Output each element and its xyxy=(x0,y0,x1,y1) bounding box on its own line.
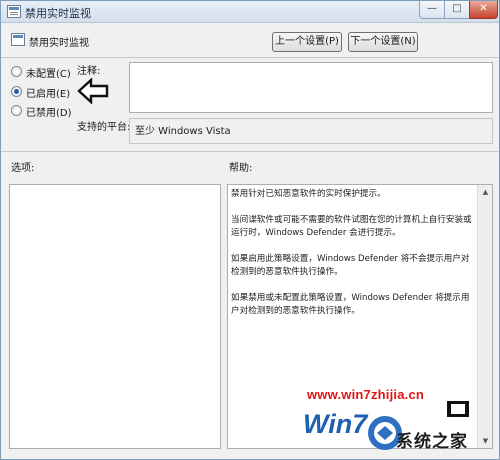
comment-field[interactable] xyxy=(129,62,493,113)
divider xyxy=(1,151,499,152)
maximize-button[interactable]: □ xyxy=(444,1,470,19)
options-label: 选项: xyxy=(11,163,35,174)
arrow-left-icon xyxy=(77,78,109,104)
radio-label: 未配置(C) xyxy=(26,69,71,80)
next-setting-button[interactable]: 下一个设置(N) xyxy=(348,32,418,52)
title-bar[interactable]: 禁用实时监视 — □ ✕ xyxy=(1,1,499,23)
radio-label: 已启用(E) xyxy=(26,89,71,100)
scroll-up-icon[interactable]: ▲ xyxy=(478,185,493,199)
help-paragraph: 禁用针对已知恶意软件的实时保护提示。 xyxy=(231,189,386,199)
options-pane[interactable] xyxy=(9,184,221,449)
help-paragraph: 当间谍软件或可能不需要的软件试图在您的计算机上自行安装或运行时，Windows … xyxy=(231,215,472,238)
radio-button[interactable] xyxy=(11,66,22,77)
close-button[interactable]: ✕ xyxy=(469,1,498,19)
policy-title: 禁用实时监视 xyxy=(29,38,89,49)
supported-platform-label: 支持的平台: xyxy=(77,122,131,133)
window-title: 禁用实时监视 xyxy=(25,7,91,20)
divider xyxy=(1,57,499,58)
previous-setting-button[interactable]: 上一个设置(P) xyxy=(272,32,342,52)
svg-text:Win7: Win7 xyxy=(303,409,369,439)
policy-icon xyxy=(7,5,21,18)
watermark-brand: 系统之家 xyxy=(396,432,468,452)
minimize-button[interactable]: — xyxy=(419,1,445,19)
policy-icon xyxy=(11,33,25,46)
radio-button[interactable] xyxy=(11,105,22,116)
help-label: 帮助: xyxy=(229,163,253,174)
policy-dialog: 禁用实时监视 — □ ✕ 禁用实时监视 上一个设置(P) 下一个设置(N) 未配… xyxy=(0,0,500,460)
radio-label: 已禁用(D) xyxy=(26,108,72,119)
help-paragraph: 如果启用此策略设置，Windows Defender 将不会提示用户对检测到的恶… xyxy=(231,254,470,277)
supported-platform-field: 至少 Windows Vista xyxy=(129,118,493,144)
comment-label: 注释: xyxy=(77,66,101,77)
supported-platform-value: 至少 Windows Vista xyxy=(135,126,231,137)
radio-button[interactable] xyxy=(11,86,22,97)
watermark-url: www.win7zhijia.cn xyxy=(307,387,425,402)
help-paragraph: 如果禁用或未配置此策略设置，Windows Defender 将提示用户对检测到… xyxy=(231,293,470,316)
